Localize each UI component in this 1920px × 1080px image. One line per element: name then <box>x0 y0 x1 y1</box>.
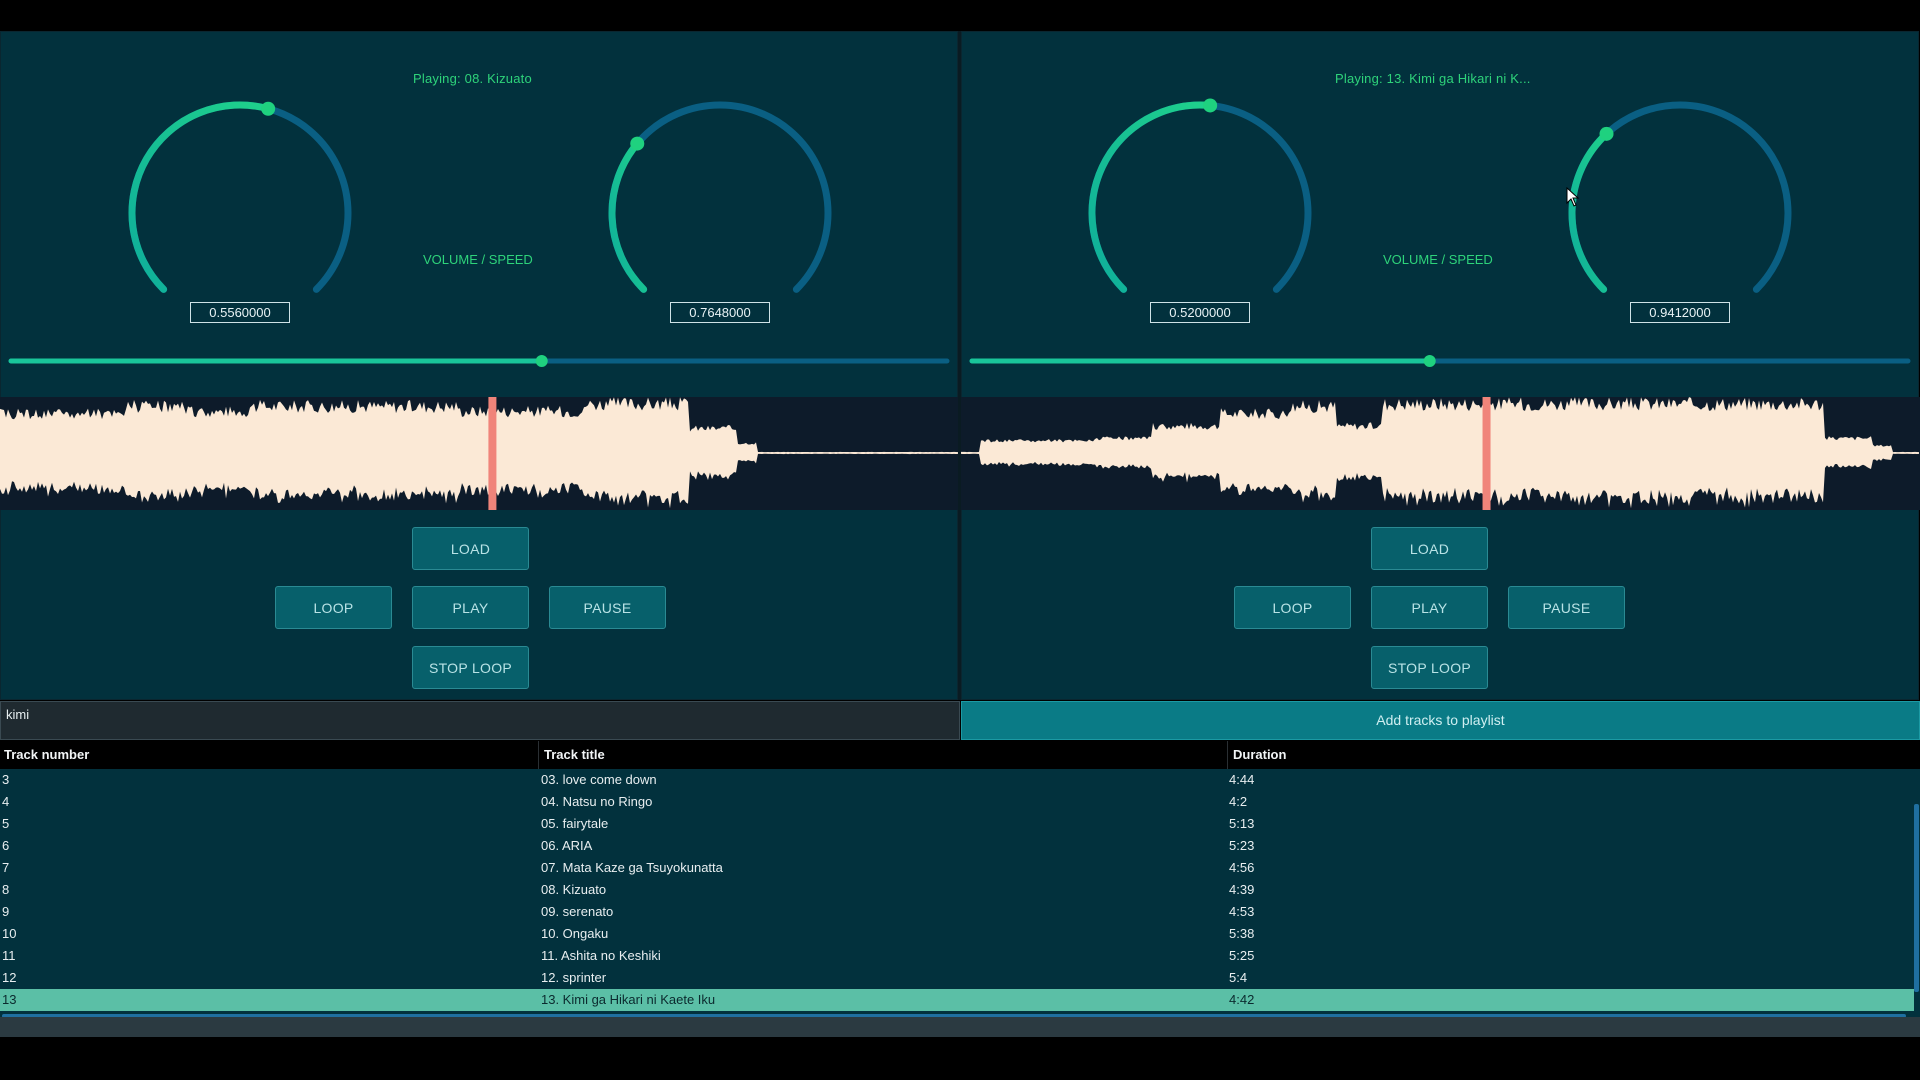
position-slider[interactable] <box>8 351 950 371</box>
column-separator <box>538 741 539 769</box>
pause-button[interactable]: PAUSE <box>549 586 666 629</box>
speed-knob[interactable] <box>1560 71 1800 311</box>
slider-handle <box>535 355 548 367</box>
load-button[interactable]: LOAD <box>412 527 529 570</box>
table-row[interactable]: 6 06. ARIA 5:23 <box>0 835 1914 857</box>
cell-title: 07. Mata Kaze ga Tsuyokunatta <box>541 860 723 875</box>
cell-duration: 4:44 <box>1229 772 1255 787</box>
waveform-shape <box>961 397 1919 509</box>
table-row[interactable]: 3 03. love come down 4:44 <box>0 769 1914 791</box>
cell-duration: 4:53 <box>1229 904 1255 919</box>
cell-num: 13 <box>2 992 17 1007</box>
waveform-display[interactable] <box>961 397 1920 510</box>
knob-value-arc <box>1088 101 1214 293</box>
load-button[interactable]: LOAD <box>1371 527 1488 570</box>
cell-duration: 4:39 <box>1229 882 1255 897</box>
cell-num: 12 <box>2 970 17 985</box>
cell-title: 08. Kizuato <box>541 882 607 897</box>
loop-button[interactable]: LOOP <box>275 586 392 629</box>
cell-num: 8 <box>2 882 10 897</box>
play-button[interactable]: PLAY <box>412 586 529 629</box>
now-playing-label: Playing: 13. Kimi ga Hikari ni K... <box>1335 71 1531 86</box>
column-header-track-title[interactable]: Track title <box>540 741 1228 769</box>
knob-value-arc <box>128 101 272 293</box>
table-header: Track number Track title Duration <box>0 741 1920 769</box>
cell-num: 5 <box>2 816 10 831</box>
cell-duration: 4:42 <box>1229 992 1255 1007</box>
loop-button[interactable]: LOOP <box>1234 586 1351 629</box>
cell-num: 3 <box>2 772 10 787</box>
volume-knob[interactable] <box>120 71 360 311</box>
knob-handle <box>261 101 276 116</box>
knob-track <box>608 101 832 293</box>
table-row[interactable]: 4 04. Natsu no Ringo 4:2 <box>0 791 1914 813</box>
cell-num: 9 <box>2 904 10 919</box>
column-header-duration[interactable]: Duration <box>1229 741 1913 769</box>
playlist-table: 3 03. love come down 4:44 4 04. Natsu no Rin… <box>0 769 1914 1017</box>
table-row[interactable]: 5 05. fairytale 5:13 <box>0 813 1914 835</box>
waveform-display[interactable] <box>0 397 958 510</box>
column-header-track-number[interactable]: Track number <box>0 741 540 769</box>
cell-num: 6 <box>2 838 10 853</box>
knob-handle <box>1599 126 1614 141</box>
cell-title: 09. serenato <box>541 904 614 919</box>
pause-button[interactable]: PAUSE <box>1508 586 1625 629</box>
knob-value-arc <box>608 140 648 293</box>
play-button[interactable]: PLAY <box>1371 586 1488 629</box>
cell-title: 05. fairytale <box>541 816 609 831</box>
volume-value-box: 0.5200000 <box>1150 302 1250 323</box>
cell-duration: 5:4 <box>1229 970 1248 985</box>
cell-duration: 4:2 <box>1229 794 1248 809</box>
speed-value-box: 0.7648000 <box>670 302 770 323</box>
knob-handle <box>630 136 645 151</box>
cell-num: 4 <box>2 794 10 809</box>
slider-handle <box>1423 355 1436 367</box>
stop-loop-button[interactable]: STOP LOOP <box>1371 646 1488 689</box>
volume-value-box: 0.5560000 <box>190 302 290 323</box>
cell-title: 13. Kimi ga Hikari ni Kaete Iku <box>541 992 716 1007</box>
table-row[interactable]: 7 07. Mata Kaze ga Tsuyokunatta 4:56 <box>0 857 1914 879</box>
cell-num: 7 <box>2 860 10 875</box>
speed-value-box: 0.9412000 <box>1630 302 1730 323</box>
table-row[interactable]: 9 09. serenato 4:53 <box>0 901 1914 923</box>
cell-title: 12. sprinter <box>541 970 607 985</box>
stop-loop-button[interactable]: STOP LOOP <box>412 646 529 689</box>
volume-speed-label: VOLUME / SPEED <box>423 252 533 267</box>
speed-knob[interactable] <box>600 71 840 311</box>
table-row[interactable]: 8 08. Kizuato 4:39 <box>0 879 1914 901</box>
cell-title: 10. Ongaku <box>541 926 609 941</box>
cell-duration: 5:13 <box>1229 816 1255 831</box>
waveform-shape <box>0 397 958 509</box>
cell-title: 11. Ashita no Keshiki <box>541 948 661 963</box>
playhead-marker <box>488 397 497 510</box>
cell-title: 04. Natsu no Ringo <box>541 794 653 809</box>
mouse-cursor-icon <box>1566 186 1580 212</box>
search-input[interactable]: kimi <box>0 701 960 740</box>
knob-handle <box>1203 98 1218 113</box>
cell-duration: 5:38 <box>1229 926 1255 941</box>
add-tracks-button[interactable]: Add tracks to playlist <box>961 701 1920 740</box>
cell-num: 11 <box>2 948 16 963</box>
cell-duration: 4:56 <box>1229 860 1255 875</box>
table-row[interactable]: 12 12. sprinter 5:4 <box>0 967 1914 989</box>
cell-title: 03. love come down <box>541 772 657 787</box>
cell-title: 06. ARIA <box>541 838 593 853</box>
volume-speed-label: VOLUME / SPEED <box>1383 252 1493 267</box>
vertical-scrollbar-thumb[interactable] <box>1914 804 1919 992</box>
cell-duration: 5:23 <box>1229 838 1255 853</box>
column-separator <box>1227 741 1228 769</box>
table-row[interactable]: 13 13. Kimi ga Hikari ni Kaete Iku 4:42 <box>0 989 1914 1011</box>
status-bar <box>0 1017 1920 1037</box>
playhead-marker <box>1482 397 1491 510</box>
position-slider[interactable] <box>969 351 1911 371</box>
volume-knob[interactable] <box>1080 71 1320 311</box>
table-row[interactable]: 10 10. Ongaku 5:38 <box>0 923 1914 945</box>
cell-duration: 5:25 <box>1229 948 1255 963</box>
cell-num: 10 <box>2 926 17 941</box>
now-playing-label: Playing: 08. Kizuato <box>413 71 532 86</box>
table-row[interactable]: 11 11. Ashita no Keshiki 5:25 <box>0 945 1914 967</box>
